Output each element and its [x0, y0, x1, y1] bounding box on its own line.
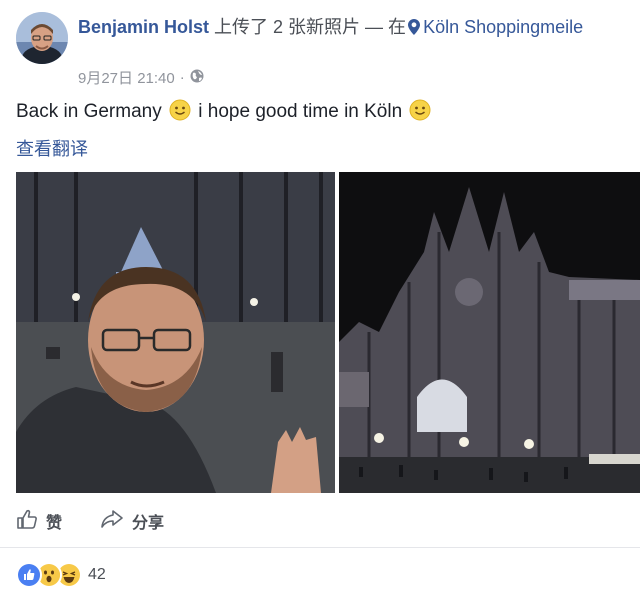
globe-icon[interactable] — [190, 69, 204, 87]
post-timestamp[interactable]: 9月27日 21:40 — [78, 67, 175, 88]
smiley-icon — [409, 99, 431, 129]
smiley-icon — [169, 99, 191, 129]
post-photo-selfie[interactable] — [16, 172, 335, 493]
post-text-part2: i hope good time in Köln — [198, 101, 403, 122]
post-meta: 9月27日 21:40 · — [78, 67, 204, 88]
like-button[interactable]: 赞 — [16, 508, 62, 535]
share-button[interactable]: 分享 — [100, 509, 164, 534]
post-actions: 赞 分享 — [16, 507, 202, 535]
divider — [0, 547, 640, 548]
post-action-text: 上传了 2 张新照片 — 在 — [214, 17, 407, 37]
reaction-count: 42 — [88, 566, 106, 583]
meta-separator: · — [179, 69, 185, 86]
thumbs-up-icon — [16, 508, 38, 535]
post-title: Benjamin Holst 上传了 2 张新照片 — 在 Köln Shoppi… — [78, 14, 618, 42]
post-text: Back in Germany i hope good time in Köln — [16, 99, 433, 129]
post-text-part1: Back in Germany — [16, 101, 162, 122]
see-translation-link[interactable]: 查看翻译 — [16, 135, 88, 161]
share-label: 分享 — [132, 515, 165, 532]
location-pin-icon — [408, 16, 421, 42]
share-arrow-icon — [100, 509, 124, 534]
like-label: 赞 — [46, 515, 63, 532]
author-name[interactable]: Benjamin Holst — [78, 17, 209, 37]
like-icon — [16, 562, 42, 588]
location-link[interactable]: Köln Shoppingmeile — [423, 17, 583, 37]
post-header: Benjamin Holst 上传了 2 张新照片 — 在 Köln Shoppi… — [16, 12, 626, 92]
reactions-summary[interactable]: 42 — [16, 562, 106, 588]
avatar[interactable] — [16, 12, 68, 64]
post-photo-cathedral[interactable] — [339, 172, 640, 493]
